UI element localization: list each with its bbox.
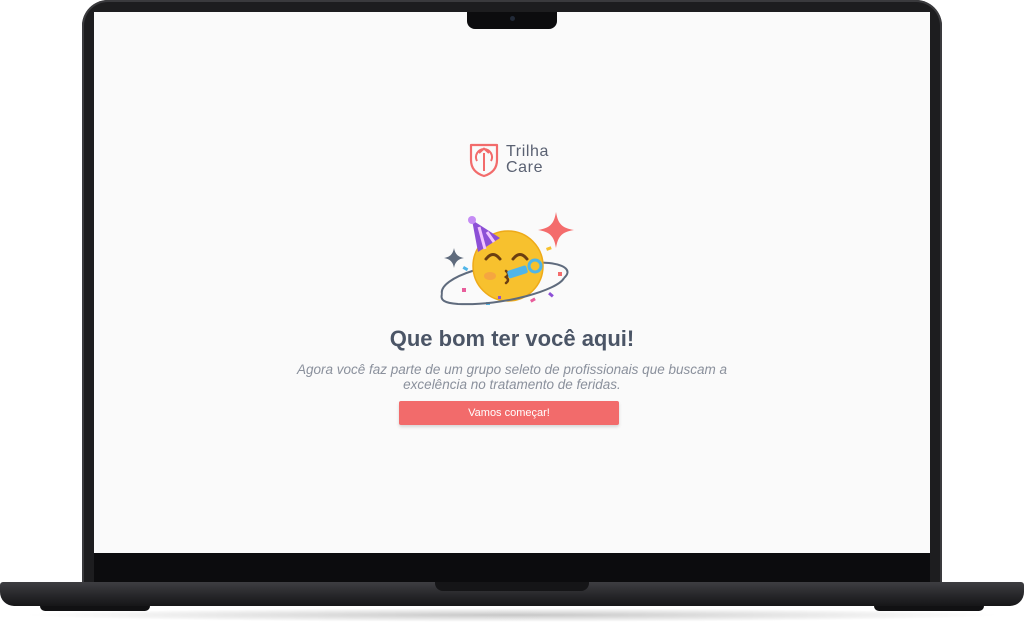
laptop-foot-right [874, 606, 984, 611]
laptop-shadow [20, 608, 1004, 622]
brand-name-line1: Trilha [506, 142, 550, 160]
app-screen: Trilha Care Que bom ter você aqui! Agora… [94, 12, 930, 553]
shield-arrow-logo-icon [469, 143, 499, 178]
camera-icon [510, 16, 515, 21]
get-started-button[interactable]: Vamos começar! [399, 401, 619, 425]
partying-face-icon [440, 212, 574, 306]
brand-name-line2: Care [506, 158, 544, 176]
laptop-base-groove [435, 582, 589, 591]
welcome-subtitle: Agora você faz parte de um grupo seleto … [296, 362, 727, 392]
brand-logo: Trilha Care [468, 141, 549, 178]
laptop-bezel-bottom [94, 553, 930, 583]
laptop-foot-left [40, 606, 150, 611]
welcome-headline: Que bom ter você aqui! [389, 326, 635, 351]
brand-name: Trilha Care [506, 142, 550, 176]
laptop-base [0, 582, 1024, 606]
camera-notch [467, 12, 557, 29]
